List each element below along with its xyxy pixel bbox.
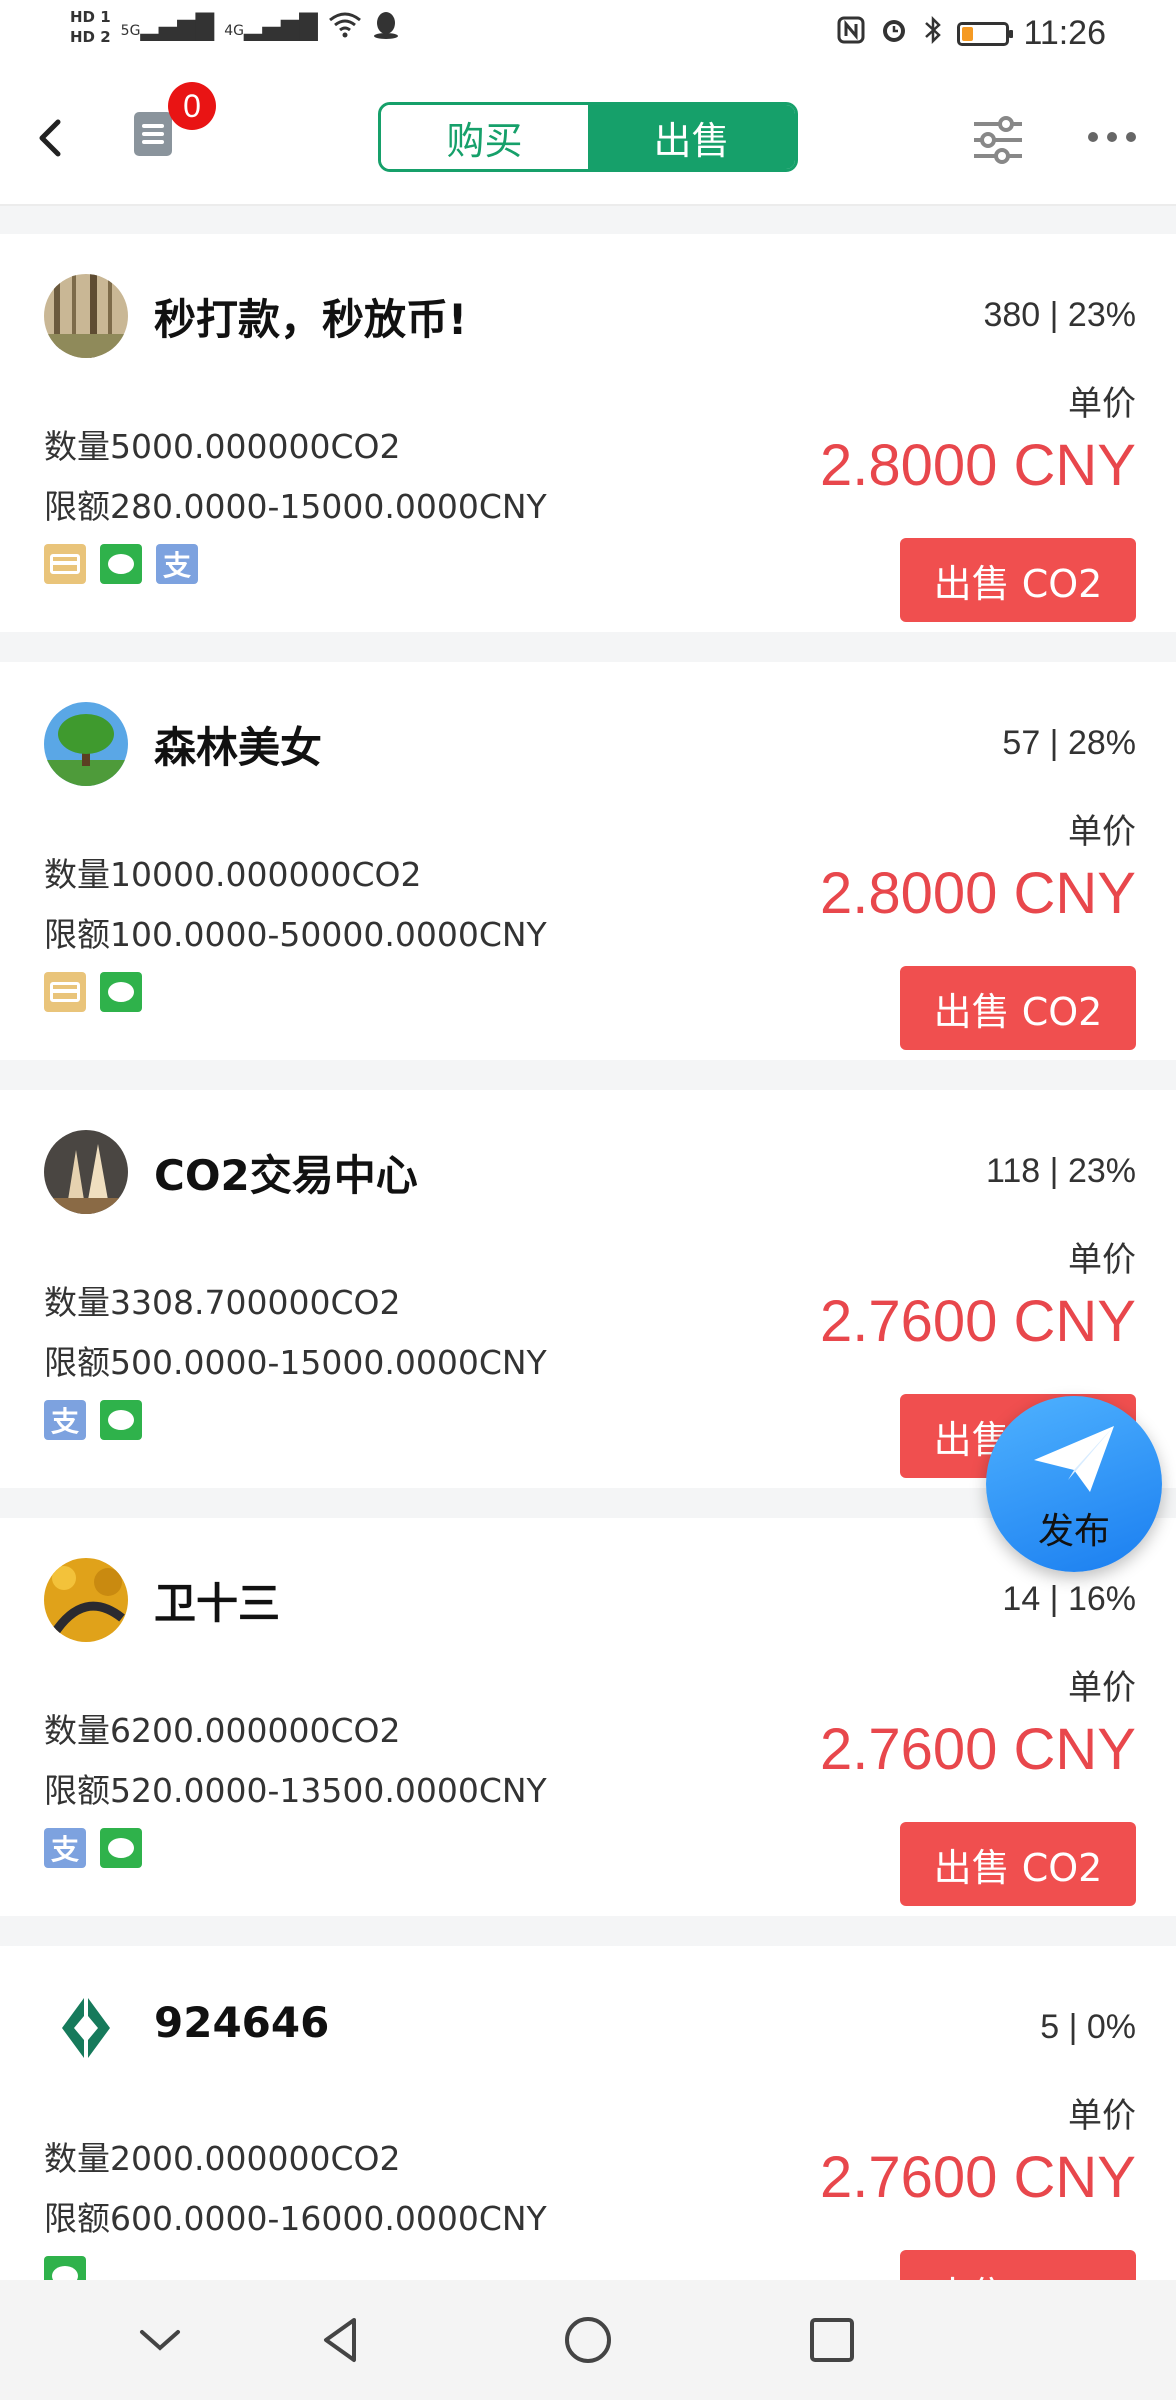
trade-stats: 5 | 0%: [1040, 2008, 1136, 2046]
quantity: 数量2000.000000CO2: [44, 2139, 401, 2178]
trader-name: 秒打款，秒放币!: [154, 295, 468, 344]
bank-card-icon: [44, 544, 86, 584]
avatar[interactable]: [44, 1130, 128, 1214]
listing-card: 秒打款，秒放币! 380 | 23% 单价 2.8000 CNY 数量5000.…: [0, 234, 1176, 632]
alarm-icon: [879, 15, 909, 52]
avatar[interactable]: [44, 1986, 128, 2070]
unit-price: 2.7600 CNY: [820, 1289, 1136, 1354]
sell-co2-button[interactable]: 出售 CO2: [900, 966, 1136, 1050]
unit-price-label: 单价: [1068, 2096, 1136, 2136]
home-nav-icon[interactable]: [558, 2310, 618, 2370]
trade-stats: 57 | 28%: [1002, 724, 1136, 762]
trade-stats: 118 | 23%: [986, 1152, 1136, 1190]
unit-price-label: 单价: [1068, 1668, 1136, 1708]
bank-card-icon: [44, 972, 86, 1012]
more-options-icon[interactable]: [1088, 132, 1136, 142]
paper-plane-icon: [1034, 1426, 1114, 1492]
signal-5g-icon: 5G▂▄▆█: [120, 13, 215, 41]
back-nav-icon[interactable]: [312, 2310, 372, 2370]
hide-keyboard-icon[interactable]: [130, 2310, 190, 2370]
payment-methods: [44, 972, 142, 1012]
sell-co2-button[interactable]: 出售 CO2: [900, 538, 1136, 622]
unit-price: 2.7600 CNY: [820, 1717, 1136, 1782]
buy-sell-toggle: 购买 出售: [378, 102, 798, 172]
limit-range: 限额600.0000-16000.0000CNY: [44, 2199, 547, 2238]
signal-4g-icon: 4G▂▄▆█: [224, 13, 318, 41]
wifi-icon: [328, 10, 362, 44]
avatar[interactable]: [44, 274, 128, 358]
trader-name: 森林美女: [154, 723, 323, 772]
payment-methods: 支: [44, 1400, 142, 1440]
quantity: 数量3308.700000CO2: [44, 1283, 401, 1322]
battery-icon: [957, 21, 1014, 46]
filter-icon[interactable]: [970, 112, 1026, 168]
payment-methods: 支: [44, 544, 198, 584]
bluetooth-icon: [923, 15, 943, 52]
sell-co2-button[interactable]: 出售 CO2: [900, 1822, 1136, 1906]
unit-price-label: 单价: [1068, 812, 1136, 852]
hd-indicator: HD 1 HD 2: [70, 8, 111, 46]
limit-range: 限额100.0000-50000.0000CNY: [44, 915, 547, 954]
recents-nav-icon[interactable]: [802, 2310, 862, 2370]
status-left: HD 1 HD 2 5G▂▄▆█ 4G▂▄▆█: [70, 8, 400, 46]
quantity: 数量6200.000000CO2: [44, 1711, 401, 1750]
qq-icon: [372, 10, 400, 44]
hd2-label: HD 2: [70, 28, 111, 46]
system-nav-bar: [0, 2280, 1176, 2400]
trader-name: CO2交易中心: [154, 1151, 418, 1200]
clock: 11:26: [1023, 14, 1106, 52]
trader-name: 924646: [154, 1998, 330, 2047]
limit-range: 限额500.0000-15000.0000CNY: [44, 1343, 547, 1382]
alipay-icon: 支: [44, 1828, 86, 1868]
tab-buy[interactable]: 购买: [381, 105, 588, 169]
wechat-pay-icon: [100, 1828, 142, 1868]
listing-card: 森林美女 57 | 28% 单价 2.8000 CNY 数量10000.0000…: [0, 662, 1176, 1060]
quantity: 数量10000.000000CO2: [44, 855, 422, 894]
back-button[interactable]: [30, 108, 70, 168]
wechat-pay-icon: [100, 1400, 142, 1440]
status-bar: HD 1 HD 2 5G▂▄▆█ 4G▂▄▆█ 11:26: [0, 0, 1176, 70]
trader-name: 卫十三: [154, 1579, 281, 1628]
unit-price: 2.7600 CNY: [820, 2145, 1136, 2210]
trade-stats: 380 | 23%: [983, 296, 1136, 334]
top-bar: 0 购买 出售: [0, 70, 1176, 206]
listing-card: 卫十三 14 | 16% 单价 2.7600 CNY 数量6200.000000…: [0, 1518, 1176, 1916]
unit-price-label: 单价: [1068, 384, 1136, 424]
unit-price: 2.8000 CNY: [820, 433, 1136, 498]
payment-methods: 支: [44, 1828, 142, 1868]
hd1-label: HD 1: [70, 8, 111, 26]
publish-button[interactable]: 发布: [986, 1396, 1162, 1572]
listing-card: CO2交易中心 118 | 23% 单价 2.7600 CNY 数量3308.7…: [0, 1090, 1176, 1488]
unit-price-label: 单价: [1068, 1240, 1136, 1280]
wechat-pay-icon: [100, 972, 142, 1012]
orders-count-badge: 0: [168, 82, 216, 130]
nfc-icon: [837, 16, 865, 51]
wechat-pay-icon: [100, 544, 142, 584]
alipay-icon: 支: [44, 1400, 86, 1440]
orders-icon: [134, 112, 172, 156]
avatar[interactable]: [44, 702, 128, 786]
limit-range: 限额280.0000-15000.0000CNY: [44, 487, 547, 526]
status-right: 11:26: [837, 14, 1106, 53]
trade-stats: 14 | 16%: [1002, 1580, 1136, 1618]
tab-sell[interactable]: 出售: [588, 105, 795, 169]
limit-range: 限额520.0000-13500.0000CNY: [44, 1771, 547, 1810]
publish-label: 发布: [1037, 1511, 1110, 1552]
unit-price: 2.8000 CNY: [820, 861, 1136, 926]
avatar[interactable]: [44, 1558, 128, 1642]
alipay-icon: 支: [156, 544, 198, 584]
listing-list: 秒打款，秒放币! 380 | 23% 单价 2.8000 CNY 数量5000.…: [0, 234, 1176, 2374]
quantity: 数量5000.000000CO2: [44, 427, 401, 466]
